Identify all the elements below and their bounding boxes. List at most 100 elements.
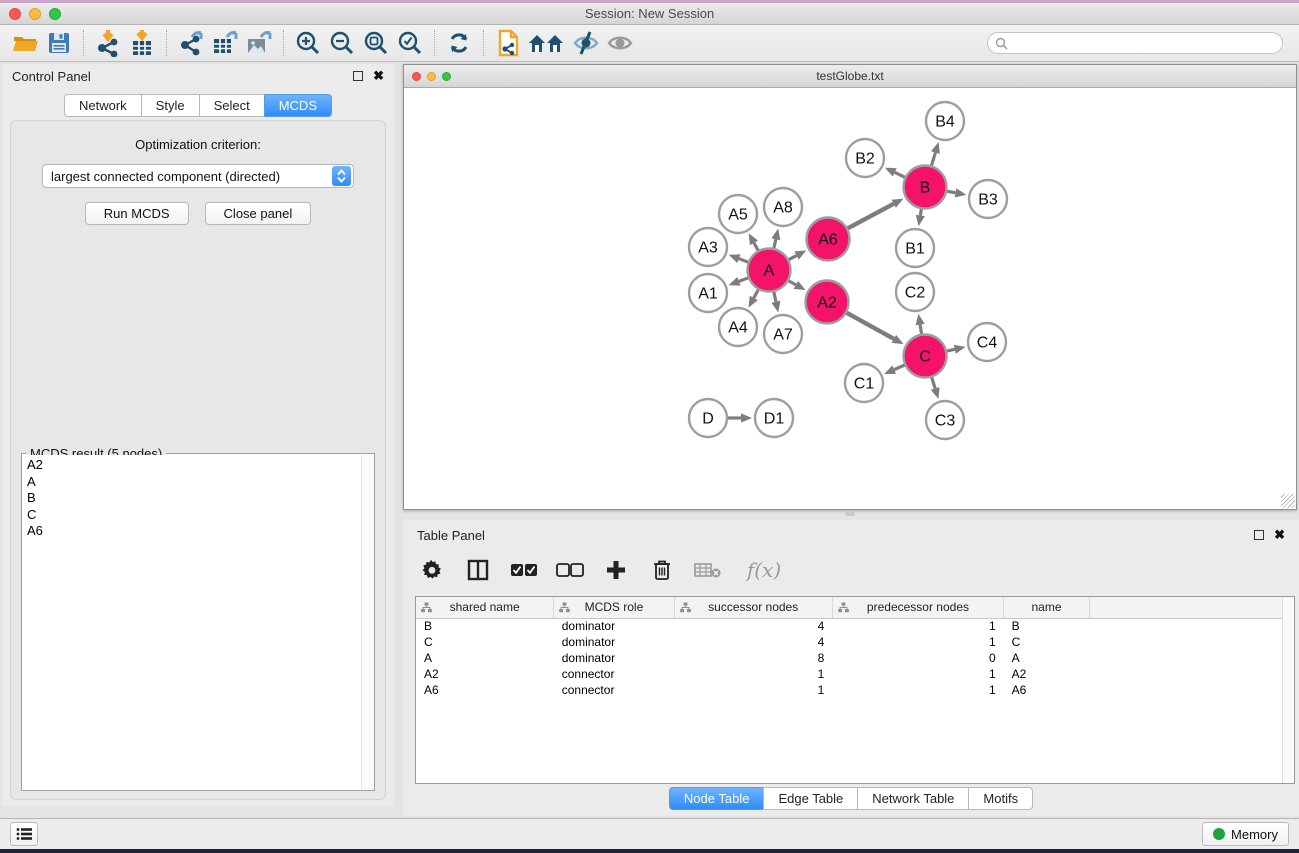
column-header-predecessor-nodes[interactable]: predecessor nodes: [832, 597, 1003, 618]
node-D[interactable]: D: [689, 399, 727, 437]
window-titlebar[interactable]: Session: New Session: [0, 3, 1299, 25]
cell-successor-nodes[interactable]: 1: [674, 682, 832, 698]
node-A8[interactable]: A8: [764, 188, 802, 226]
table-settings-button[interactable]: [415, 553, 449, 587]
edge-A2-C[interactable]: [847, 313, 894, 339]
edge-B-B3[interactable]: [947, 191, 955, 193]
node-A4[interactable]: A4: [719, 308, 757, 346]
tab-select[interactable]: Select: [199, 94, 264, 117]
edge-A-A6[interactable]: [789, 256, 797, 260]
cell-MCDS-role[interactable]: connector: [554, 682, 674, 698]
tab-style[interactable]: Style: [141, 94, 199, 117]
tab-motifs[interactable]: Motifs: [968, 787, 1033, 810]
zoom-fit-button[interactable]: [359, 28, 393, 58]
function-builder-button[interactable]: f(x): [737, 553, 791, 587]
mcds-result-scrollbar[interactable]: [361, 455, 373, 789]
tab-mcds[interactable]: MCDS: [264, 94, 332, 117]
node-A7[interactable]: A7: [764, 315, 802, 353]
import-network-button[interactable]: [91, 28, 125, 58]
float-table-panel-icon[interactable]: [1254, 530, 1264, 540]
export-table-button[interactable]: [208, 28, 242, 58]
table-row[interactable]: A2connector11A2: [416, 666, 1294, 682]
close-panel-icon[interactable]: ✖: [373, 71, 384, 81]
edge-A-A7[interactable]: [774, 292, 776, 302]
select-all-button[interactable]: [507, 553, 541, 587]
cell-name[interactable]: B: [1004, 618, 1090, 634]
delete-table-button[interactable]: [691, 553, 725, 587]
refresh-button[interactable]: [442, 28, 476, 58]
node-A3[interactable]: A3: [689, 228, 727, 266]
cell-predecessor-nodes[interactable]: 1: [832, 618, 1003, 634]
zoom-selected-button[interactable]: [393, 28, 427, 58]
cell-successor-nodes[interactable]: 4: [674, 634, 832, 650]
network-canvas[interactable]: B4B2BB3A5A8A6B1A3AC2A1A2A4A7CC4C1C3DD1: [404, 88, 1296, 509]
mcds-result-item[interactable]: A2: [27, 457, 357, 474]
node-A1[interactable]: A1: [689, 274, 727, 312]
run-mcds-button[interactable]: Run MCDS: [85, 202, 189, 225]
tab-network-table[interactable]: Network Table: [857, 787, 968, 810]
node-A[interactable]: A: [748, 249, 791, 292]
column-header-name[interactable]: name: [1004, 597, 1090, 618]
close-table-panel-icon[interactable]: ✖: [1274, 530, 1285, 540]
edge-C-C1[interactable]: [894, 365, 904, 370]
cell-predecessor-nodes[interactable]: 1: [832, 682, 1003, 698]
add-column-button[interactable]: [599, 553, 633, 587]
edge-A-A4[interactable]: [754, 290, 758, 298]
cell-shared-name[interactable]: C: [416, 634, 554, 650]
edge-A-A5[interactable]: [754, 243, 758, 250]
zoom-out-button[interactable]: [325, 28, 359, 58]
edge-A-A3[interactable]: [739, 259, 748, 262]
cell-MCDS-role[interactable]: dominator: [554, 650, 674, 666]
table-row[interactable]: Adominator80A: [416, 650, 1294, 666]
node-A6[interactable]: A6: [807, 218, 850, 261]
mcds-result-item[interactable]: A6: [27, 523, 357, 540]
tab-edge-table[interactable]: Edge Table: [763, 787, 857, 810]
edge-B-B4[interactable]: [932, 153, 936, 166]
column-header-MCDS-role[interactable]: MCDS role: [554, 597, 674, 618]
cell-predecessor-nodes[interactable]: 1: [832, 666, 1003, 682]
cell-successor-nodes[interactable]: 1: [674, 666, 832, 682]
cell-shared-name[interactable]: A2: [416, 666, 554, 682]
cell-successor-nodes[interactable]: 4: [674, 618, 832, 634]
column-header-successor-nodes[interactable]: successor nodes: [674, 597, 832, 618]
network-window-titlebar[interactable]: testGlobe.txt: [404, 65, 1296, 88]
cell-predecessor-nodes[interactable]: 0: [832, 650, 1003, 666]
node-C4[interactable]: C4: [968, 323, 1006, 361]
node-D1[interactable]: D1: [755, 399, 793, 437]
node-B1[interactable]: B1: [896, 229, 934, 267]
table-row[interactable]: A6connector11A6: [416, 682, 1294, 698]
mcds-result-item[interactable]: B: [27, 490, 357, 507]
cell-shared-name[interactable]: A: [416, 650, 554, 666]
search-field[interactable]: [987, 32, 1283, 54]
mcds-result-list[interactable]: A2ABCA6: [23, 455, 361, 789]
show-all-button[interactable]: [603, 28, 637, 58]
edge-A-A1[interactable]: [739, 278, 748, 281]
new-network-from-selection-button[interactable]: [491, 28, 525, 58]
cell-MCDS-role[interactable]: dominator: [554, 618, 674, 634]
table-row[interactable]: Bdominator41B: [416, 618, 1294, 634]
cell-name[interactable]: A: [1004, 650, 1090, 666]
tab-node-table[interactable]: Node Table: [669, 787, 764, 810]
task-history-button[interactable]: [10, 822, 38, 846]
node-C2[interactable]: C2: [896, 273, 934, 311]
open-session-button[interactable]: [8, 28, 42, 58]
cell-successor-nodes[interactable]: 8: [674, 650, 832, 666]
node-C3[interactable]: C3: [926, 401, 964, 439]
cell-predecessor-nodes[interactable]: 1: [832, 634, 1003, 650]
cell-shared-name[interactable]: A6: [416, 682, 554, 698]
float-panel-icon[interactable]: [353, 71, 363, 81]
first-neighbors-button[interactable]: [525, 28, 569, 58]
close-panel-button[interactable]: Close panel: [205, 202, 312, 225]
cell-MCDS-role[interactable]: connector: [554, 666, 674, 682]
node-A2[interactable]: A2: [806, 281, 849, 324]
edge-A6-B[interactable]: [848, 204, 894, 229]
export-network-button[interactable]: [174, 28, 208, 58]
edge-A-A2[interactable]: [789, 281, 796, 285]
column-header-shared-name[interactable]: shared name: [416, 597, 554, 618]
export-image-button[interactable]: [242, 28, 276, 58]
node-A5[interactable]: A5: [719, 195, 757, 233]
zoom-in-button[interactable]: [291, 28, 325, 58]
node-B4[interactable]: B4: [926, 102, 964, 140]
cell-name[interactable]: A6: [1004, 682, 1090, 698]
cell-MCDS-role[interactable]: dominator: [554, 634, 674, 650]
